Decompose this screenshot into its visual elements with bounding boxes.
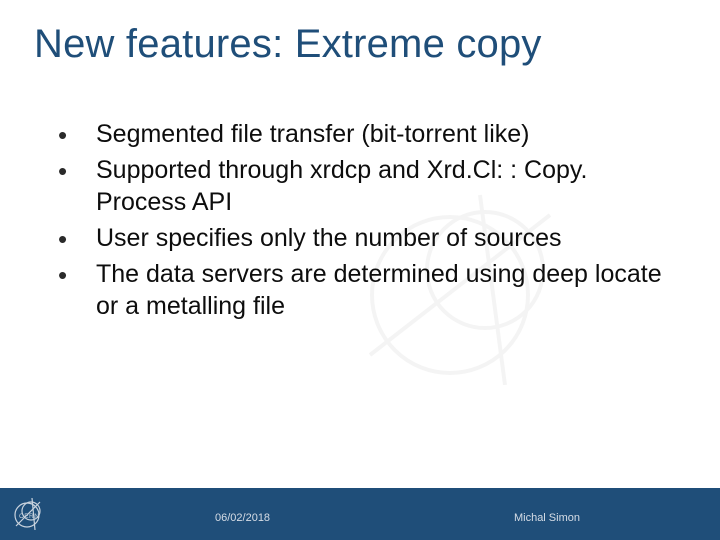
bullet-text: User specifies only the number of source…	[96, 222, 562, 254]
footer-bar: CERN 06/02/2018 Michal Simon	[0, 488, 720, 540]
bullet-dot-icon: •	[58, 118, 96, 150]
bullet-dot-icon: •	[58, 258, 96, 290]
bullet-text: Supported through xrdcp and Xrd.Cl: : Co…	[96, 154, 668, 218]
slide: New features: Extreme copy • Segmented f…	[0, 0, 720, 540]
svg-text:CERN: CERN	[19, 513, 39, 520]
footer-date: 06/02/2018	[215, 512, 270, 524]
cern-logo-icon: CERN	[10, 496, 46, 532]
bullet-list: • Segmented file transfer (bit-torrent l…	[58, 118, 668, 326]
bullet-text: The data servers are determined using de…	[96, 258, 668, 322]
list-item: • Segmented file transfer (bit-torrent l…	[58, 118, 668, 150]
bullet-dot-icon: •	[58, 154, 96, 186]
bullet-dot-icon: •	[58, 222, 96, 254]
list-item: • User specifies only the number of sour…	[58, 222, 668, 254]
list-item: • The data servers are determined using …	[58, 258, 668, 322]
bullet-text: Segmented file transfer (bit-torrent lik…	[96, 118, 530, 150]
slide-title: New features: Extreme copy	[34, 22, 542, 67]
footer-author: Michal Simon	[514, 512, 580, 524]
list-item: • Supported through xrdcp and Xrd.Cl: : …	[58, 154, 668, 218]
